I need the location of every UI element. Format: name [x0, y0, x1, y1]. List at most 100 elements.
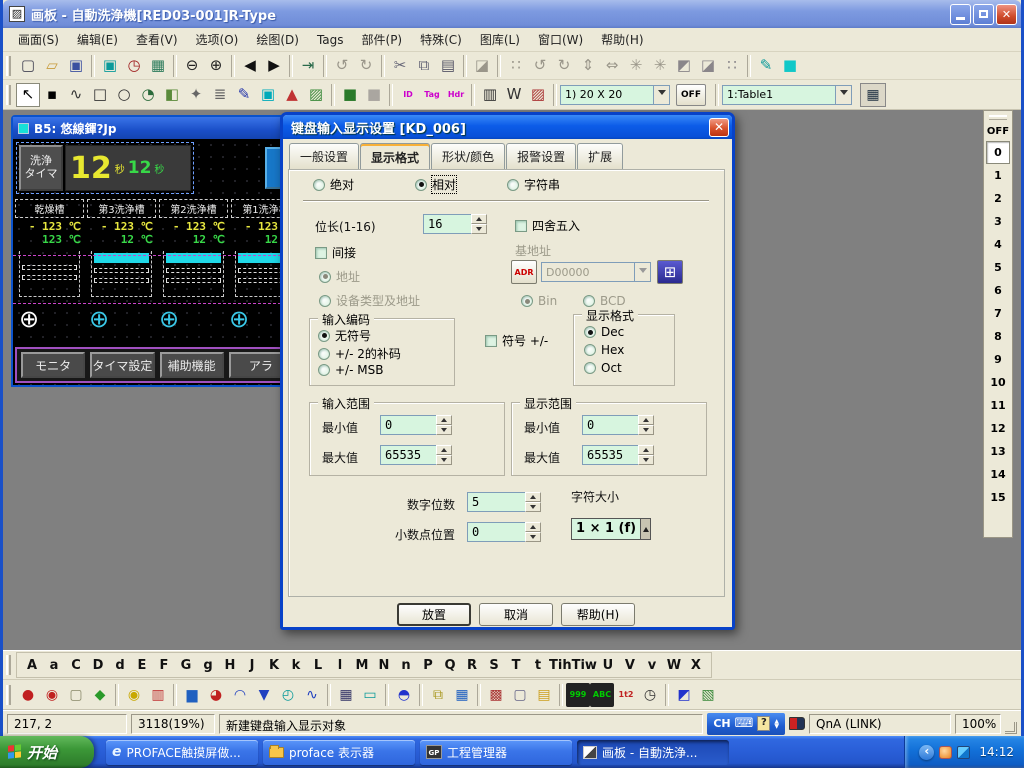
tray-user-icon[interactable]	[939, 746, 952, 759]
tag-letter-button[interactable]: a	[43, 658, 65, 673]
menu-item[interactable]: 部件(P)	[353, 28, 412, 51]
state-button[interactable]: 15	[986, 486, 1010, 509]
tag-letter-button[interactable]: k	[285, 658, 307, 673]
state-button[interactable]: 3	[986, 210, 1010, 233]
chevron-down-icon[interactable]	[653, 86, 669, 104]
exit-icon[interactable]: ⇥	[296, 54, 320, 78]
tag-letter-button[interactable]: V	[619, 658, 641, 673]
display-max-value[interactable]: 65535	[582, 445, 638, 465]
tank-panel[interactable]: 乾燥槽 - 123 ℃ 123 ℃	[15, 199, 84, 297]
tag-letter-button[interactable]: E	[131, 658, 153, 673]
cut-icon[interactable]: ✂	[388, 54, 412, 78]
state-button[interactable]: 2	[986, 187, 1010, 210]
keyboard-icon[interactable]: ⌨	[735, 716, 754, 731]
eraser-icon[interactable]: ◪	[470, 54, 494, 78]
tag-letter-button[interactable]: n	[395, 658, 417, 673]
chevron-down-icon[interactable]	[634, 263, 650, 281]
input-min-value[interactable]: 0	[380, 415, 436, 435]
tag-letter-button[interactable]: g	[197, 658, 219, 673]
language-bar[interactable]: CH ⌨ ? ▲▼	[707, 713, 785, 735]
textbox-tool-icon[interactable]: ▣	[256, 83, 280, 107]
rect-tool-icon[interactable]: □	[88, 83, 112, 107]
language-help-icon[interactable]: ?	[757, 716, 770, 731]
grid-display-icon[interactable]: ▥	[478, 83, 502, 107]
tab-general[interactable]: 一般设置	[289, 143, 359, 169]
help-button[interactable]: 帮助(H)	[561, 603, 635, 626]
tag-letter-button[interactable]: M	[351, 658, 373, 673]
window-titlebar[interactable]: ▨ 画板 - 自動洗浄機[RED03-001]R-Type ✕	[3, 0, 1021, 28]
previous-screen-icon[interactable]: ◀	[238, 54, 262, 78]
new-screen-icon[interactable]: ▢	[16, 54, 40, 78]
enlarge-icon[interactable]: ✳	[648, 54, 672, 78]
picture-part-icon[interactable]: ▧	[696, 683, 720, 707]
trend-graph-icon[interactable]: ∿	[300, 683, 324, 707]
line-tool-icon[interactable]: ∿	[64, 83, 88, 107]
state-button[interactable]: 14	[986, 463, 1010, 486]
state-button[interactable]: 10	[986, 371, 1010, 394]
taskbar-task-project-manager[interactable]: GP 工程管理器	[420, 740, 572, 765]
taskbar-task-folder[interactable]: proface 表示器	[263, 740, 415, 765]
tag-letter-button[interactable]: N	[373, 658, 395, 673]
rotate-cw-icon[interactable]: ↻	[552, 54, 576, 78]
alarm-part-icon[interactable]: ◓	[392, 683, 416, 707]
state-button[interactable]: 0	[986, 141, 1010, 164]
flip-vertical-icon[interactable]: ⇕	[576, 54, 600, 78]
tag-letter-button[interactable]: W	[663, 658, 685, 673]
bring-front-icon[interactable]: ◩	[672, 54, 696, 78]
radio-twos-complement[interactable]: +/- 2的补码	[318, 345, 401, 362]
radio-device-type[interactable]: 设备类型及地址	[319, 292, 420, 309]
toolbar-grip[interactable]	[6, 655, 11, 675]
keypad-icon[interactable]: ▦	[334, 683, 358, 707]
resize-grip[interactable]	[1005, 722, 1017, 734]
tag-letter-button[interactable]: Tiw	[572, 658, 597, 673]
duplicate-icon[interactable]: ∷	[504, 54, 528, 78]
fill-tool-icon[interactable]: ◧	[160, 83, 184, 107]
word-switch-icon[interactable]: ◉	[40, 683, 64, 707]
logging-display-icon[interactable]: ▩	[484, 683, 508, 707]
keypad-display-icon[interactable]: ▭	[358, 683, 382, 707]
bit-length-value[interactable]: 16	[423, 214, 471, 234]
tag-letter-button[interactable]: C	[65, 658, 87, 673]
circle-tool-icon[interactable]: ○	[112, 83, 136, 107]
hmi-canvas[interactable]: 洗浄 タイマ 12 秒 12 秒 稼 乾燥槽 - 123 ℃ 12	[13, 139, 301, 385]
state-button[interactable]: 1	[986, 164, 1010, 187]
select-tool-icon[interactable]: ↖	[16, 83, 40, 107]
calculator-button[interactable]: ⊞	[657, 260, 683, 284]
dialog-close-button[interactable]: ✕	[709, 118, 729, 137]
half-pie-graph-icon[interactable]: ◠	[228, 683, 252, 707]
display-min-spinner[interactable]: 0	[582, 415, 654, 435]
input-min-spinner[interactable]: 0	[380, 415, 452, 435]
tag-letter-button[interactable]: v	[641, 658, 663, 673]
state-button[interactable]: 12	[986, 417, 1010, 440]
header-display-icon[interactable]: Hdr	[444, 83, 468, 107]
input-max-spinner[interactable]: 65535	[380, 445, 452, 465]
tag-letter-button[interactable]: H	[219, 658, 241, 673]
lamp-icon[interactable]: ◉	[122, 683, 146, 707]
csv-display-icon[interactable]: ▢	[508, 683, 532, 707]
minimize-button[interactable]	[950, 4, 971, 25]
tab-shape-color[interactable]: 形状/颜色	[431, 143, 505, 169]
checkbox-sign[interactable]: 符号 +/-	[485, 332, 548, 349]
bit-length-spinner[interactable]: 16	[423, 214, 487, 234]
tag-letter-button[interactable]: S	[483, 658, 505, 673]
tag-letter-button[interactable]: Tih	[549, 658, 572, 673]
screen-editor-window[interactable]: B5: 悠線鍕?Jp 洗浄 タイマ 12 秒 12 秒 稼	[11, 115, 303, 387]
display-max-spinner[interactable]: 65535	[582, 445, 654, 465]
char-size-dropdown-button[interactable]	[640, 519, 650, 539]
grid-size-select[interactable]: 1) 20 X 20	[560, 85, 670, 105]
chevron-down-icon[interactable]	[835, 86, 851, 104]
paste-icon[interactable]: ▤	[436, 54, 460, 78]
tank-graph-icon[interactable]: ▼	[252, 683, 276, 707]
tank-panel[interactable]: 第2洗浄槽 - 123 ℃ 12 ℃	[159, 199, 228, 297]
language-code[interactable]: CH	[713, 717, 730, 730]
color-swatch-icon[interactable]: ■	[778, 54, 802, 78]
maximize-button[interactable]	[973, 4, 994, 25]
tag-display-icon[interactable]: Tag	[420, 83, 444, 107]
tag-letter-button[interactable]: R	[461, 658, 483, 673]
toolbar-grip[interactable]	[6, 56, 11, 76]
toolbar-grip[interactable]	[6, 85, 11, 105]
radio-address[interactable]: 地址	[319, 268, 360, 285]
selection-list-icon[interactable]: ▤	[532, 683, 556, 707]
spin-down-icon[interactable]	[471, 224, 487, 234]
menu-item[interactable]: 编辑(E)	[68, 28, 127, 51]
